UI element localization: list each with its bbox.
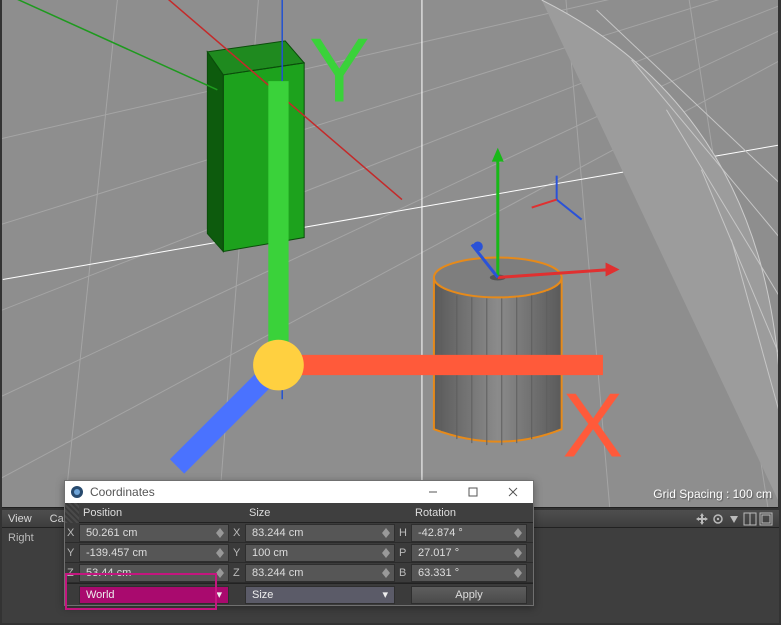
chevron-down-icon: ▾ [216,588,222,601]
rotation-p-field[interactable]: 27.017 ° [411,544,527,562]
minimize-button[interactable] [413,481,453,503]
green-cube[interactable] [207,41,304,252]
chevron-down-icon: ▾ [382,588,388,601]
axis-x2-label: X [231,527,245,539]
col-position: Position [79,507,231,519]
menu-view[interactable]: View [8,513,32,525]
panel-layout-icon[interactable] [743,512,757,529]
viewport-3d[interactable]: Y X Grid Spacing : 100 cm [2,0,778,508]
app-icon [70,485,84,499]
size-mode-dropdown[interactable]: Size ▾ [245,586,395,604]
position-x-field[interactable]: 50.261 cm [79,524,229,542]
rotation-b-field[interactable]: 63.331 ° [411,564,527,582]
down-arrow-icon[interactable] [727,512,741,529]
axis-z2-label: Z [231,567,245,579]
axis-z-label: Z [65,567,79,579]
move-arrows-icon[interactable] [695,512,709,529]
col-rotation: Rotation [411,507,529,519]
coordinates-window[interactable]: Coordinates Position Size Rotation X 50.… [64,480,534,606]
axis-y2-label: Y [231,547,245,559]
axis-b-label: B [397,567,411,579]
size-y-field[interactable]: 100 cm [245,544,395,562]
panel-icon-row [695,512,773,529]
axis-x-label: X [65,527,79,539]
axis-h-label: H [397,527,411,539]
axis-p-label: P [397,547,411,559]
col-size: Size [245,507,397,519]
size-x-field[interactable]: 83.244 cm [245,524,395,542]
titlebar[interactable]: Coordinates [65,481,533,503]
cylinder-object[interactable] [434,257,562,445]
position-z-field[interactable]: 53.44 cm [79,564,229,582]
expand-panel-icon[interactable] [759,512,773,529]
space-mode-dropdown[interactable]: World ▾ [79,586,229,604]
target-icon[interactable] [711,512,725,529]
close-button[interactable] [493,481,533,503]
size-z-field[interactable]: 83.244 cm [245,564,395,582]
drag-grip-icon[interactable] [65,503,79,523]
rotation-h-field[interactable]: -42.874 ° [411,524,527,542]
position-y-field[interactable]: -139.457 cm [79,544,229,562]
axis-y-label: Y [65,547,79,559]
window-title: Coordinates [90,485,155,499]
grid-spacing-label: Grid Spacing : 100 cm [653,487,772,501]
apply-button[interactable]: Apply [411,586,527,604]
maximize-button[interactable] [453,481,493,503]
